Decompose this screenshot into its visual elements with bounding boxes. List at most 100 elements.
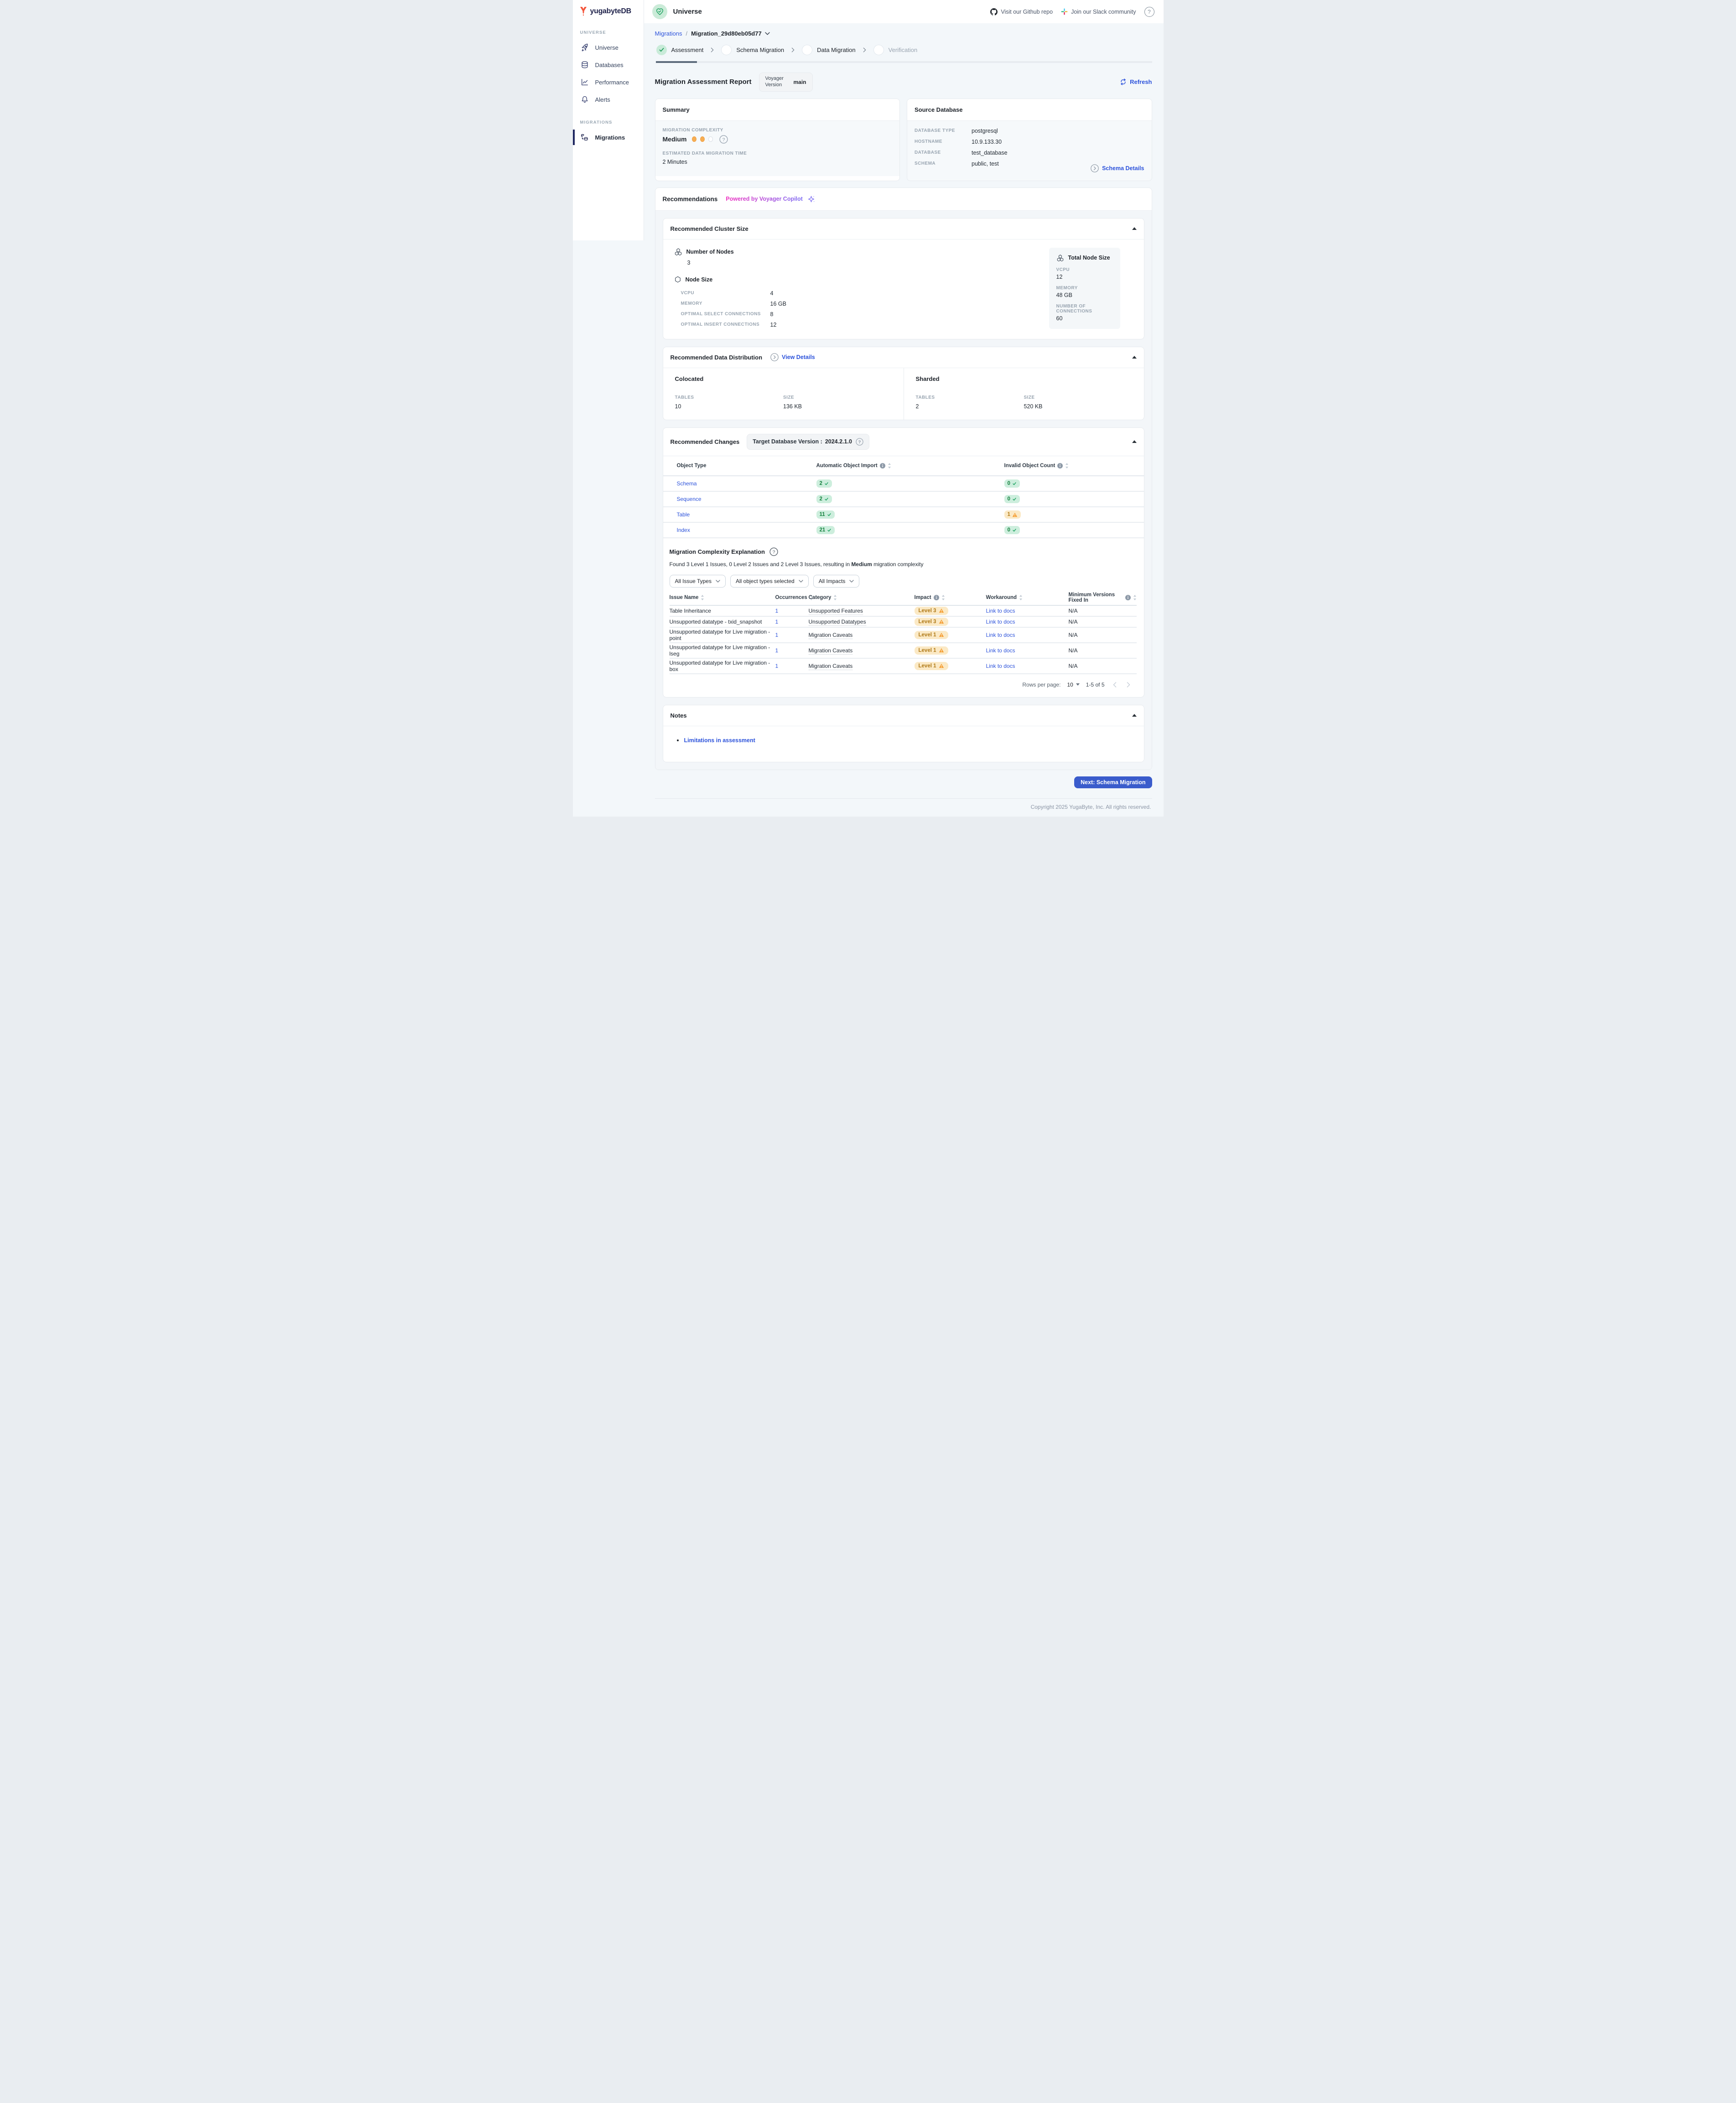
info-icon[interactable] [1125,595,1131,600]
collapse-caret-icon[interactable] [1132,440,1137,443]
next-page-button[interactable] [1125,682,1132,687]
powered-by-copilot-label: Powered by Voyager Copilot [726,196,803,202]
issue-row: Unsupported datatype for Live migration … [670,659,1137,674]
voyager-version-value: main [794,79,806,85]
workaround-link[interactable]: Link to docs [986,619,1069,625]
footer-copyright: Copyright 2025 YugaByte, Inc. All rights… [655,798,1152,817]
col-object-type: Object Type [677,463,816,468]
recommendations-body: Recommended Cluster Size [655,211,1152,770]
limitations-link[interactable]: Limitations in assessment [684,737,755,744]
workaround-link[interactable]: Link to docs [986,632,1069,638]
sort-icon[interactable] [1133,595,1137,600]
number-of-nodes-value: 3 [687,260,786,266]
next-button-row: Next: Schema Migration [655,776,1152,788]
filter-impacts[interactable]: All Impacts [813,575,860,588]
hostname-row: HOSTNAME 10.9.133.30 [915,139,1144,145]
colocated-size-value: 136 KB [783,403,892,410]
view-details-link[interactable]: View Details [770,353,815,361]
workaround-link[interactable]: Link to docs [986,608,1069,614]
sidebar-item-universe[interactable]: Universe [573,39,644,56]
filter-object-types[interactable]: All object types selected [730,575,809,588]
sparkle-icon [807,195,815,203]
sort-icon[interactable] [701,595,704,600]
help-icon[interactable]: ? [1144,7,1154,17]
next-schema-migration-button[interactable]: Next: Schema Migration [1074,776,1152,788]
nodes-cluster-icon [1056,254,1064,262]
universe-health-icon [652,4,667,19]
refresh-button[interactable]: Refresh [1120,78,1152,85]
migration-complexity-explanation: Migration Complexity Explanation ? Found… [663,538,1144,697]
occurrences-link[interactable]: 1 [775,608,809,614]
filter-issue-types[interactable]: All Issue Types [670,575,726,588]
sort-icon[interactable] [888,463,891,468]
rows-per-page-label: Rows per page: [1022,682,1060,688]
invalid-count-badge-warning: 1 [1004,510,1021,519]
sharded-tables-value: 2 [916,403,1024,410]
pagination-range: 1-5 of 5 [1086,682,1105,688]
cluster-size-header: Recommended Cluster Size [663,219,1144,239]
issue-category: Unsupported Datatypes [809,619,866,626]
sort-icon[interactable] [833,595,837,600]
sort-icon[interactable] [1065,463,1069,468]
chevron-right-icon [863,47,866,52]
info-icon[interactable] [1057,463,1063,468]
sidebar-item-databases[interactable]: Databases [573,56,644,73]
issue-category: Migration Caveats [809,632,853,639]
occurrences-link[interactable]: 1 [775,647,809,654]
occurrences-link[interactable]: 1 [775,663,809,669]
chevron-down-icon [716,580,720,583]
app-window: yugabyteDB UNIVERSE Universe Databases P… [573,0,1164,817]
collapse-caret-icon[interactable] [1132,227,1137,230]
summary-card: Summary MIGRATION COMPLEXITY Medium ? [655,99,900,181]
breadcrumb-migrations[interactable]: Migrations [655,30,682,37]
chevron-right-icon [711,47,714,52]
occurrences-link[interactable]: 1 [775,632,809,638]
circle-chevron-right-icon [770,353,779,361]
occurrences-link[interactable]: 1 [775,619,809,625]
prev-page-button[interactable] [1111,682,1118,687]
issue-name: Table Inheritance [670,608,775,614]
step-schema-migration[interactable]: Schema Migration [721,45,784,55]
source-database-card: Source Database DATABASE TYPE postgresql… [907,99,1152,181]
sort-icon[interactable] [1019,595,1023,600]
github-link[interactable]: Visit our Github repo [990,8,1053,16]
sidebar-item-performance[interactable]: Performance [573,73,644,91]
step-assessment[interactable]: Assessment [656,45,704,55]
slack-link[interactable]: Join our Slack community [1061,8,1136,15]
complexity-help-icon[interactable]: ? [719,135,728,144]
step-data-migration[interactable]: Data Migration [802,45,856,55]
info-icon[interactable] [934,595,939,600]
recommendations-header: Recommendations Powered by Voyager Copil… [655,188,1152,211]
yugabytedb-logo[interactable]: yugabyteDB [573,5,644,18]
impact-badge: Level 1 [915,631,948,639]
recommendations-panel: Recommendations Powered by Voyager Copil… [655,187,1152,770]
notes-header: Notes [663,705,1144,726]
min-versions: N/A [1069,632,1137,638]
info-icon[interactable] [880,463,885,468]
breadcrumb-current-migration[interactable]: Migration_29d80eb05d77 [691,30,770,37]
rows-per-page-select[interactable]: 10 [1067,682,1079,688]
sidebar-item-migrations[interactable]: Migrations [573,129,644,146]
collapse-caret-icon[interactable] [1132,714,1137,717]
col-invalid-object-count: Invalid Object Count [1004,463,1144,468]
collapse-caret-icon[interactable] [1132,356,1137,359]
colocated-tables-value: 10 [675,403,784,410]
workaround-link[interactable]: Link to docs [986,663,1069,669]
node-size-row: Node Size [674,276,786,284]
sort-icon[interactable] [941,595,945,600]
chevron-down-icon [849,580,854,583]
step-done-icon [656,45,667,55]
target-version-help-icon[interactable]: ? [856,438,863,446]
workaround-link[interactable]: Link to docs [986,647,1069,654]
bell-icon [580,95,589,104]
step-label: Data Migration [817,47,856,53]
node-hexagon-icon [674,276,681,284]
sidebar-item-alerts[interactable]: Alerts [573,91,644,108]
explanation-help-icon[interactable]: ? [769,547,778,556]
col-automatic-object-import: Automatic Object Import [816,463,1004,468]
caret-down-icon [1076,683,1080,686]
step-verification[interactable]: Verification [873,45,918,55]
step-circle [873,45,884,55]
slack-icon [1061,8,1068,15]
data-distribution-body: Colocated TABLES SIZE 10 136 KB Sharded [663,368,1144,420]
